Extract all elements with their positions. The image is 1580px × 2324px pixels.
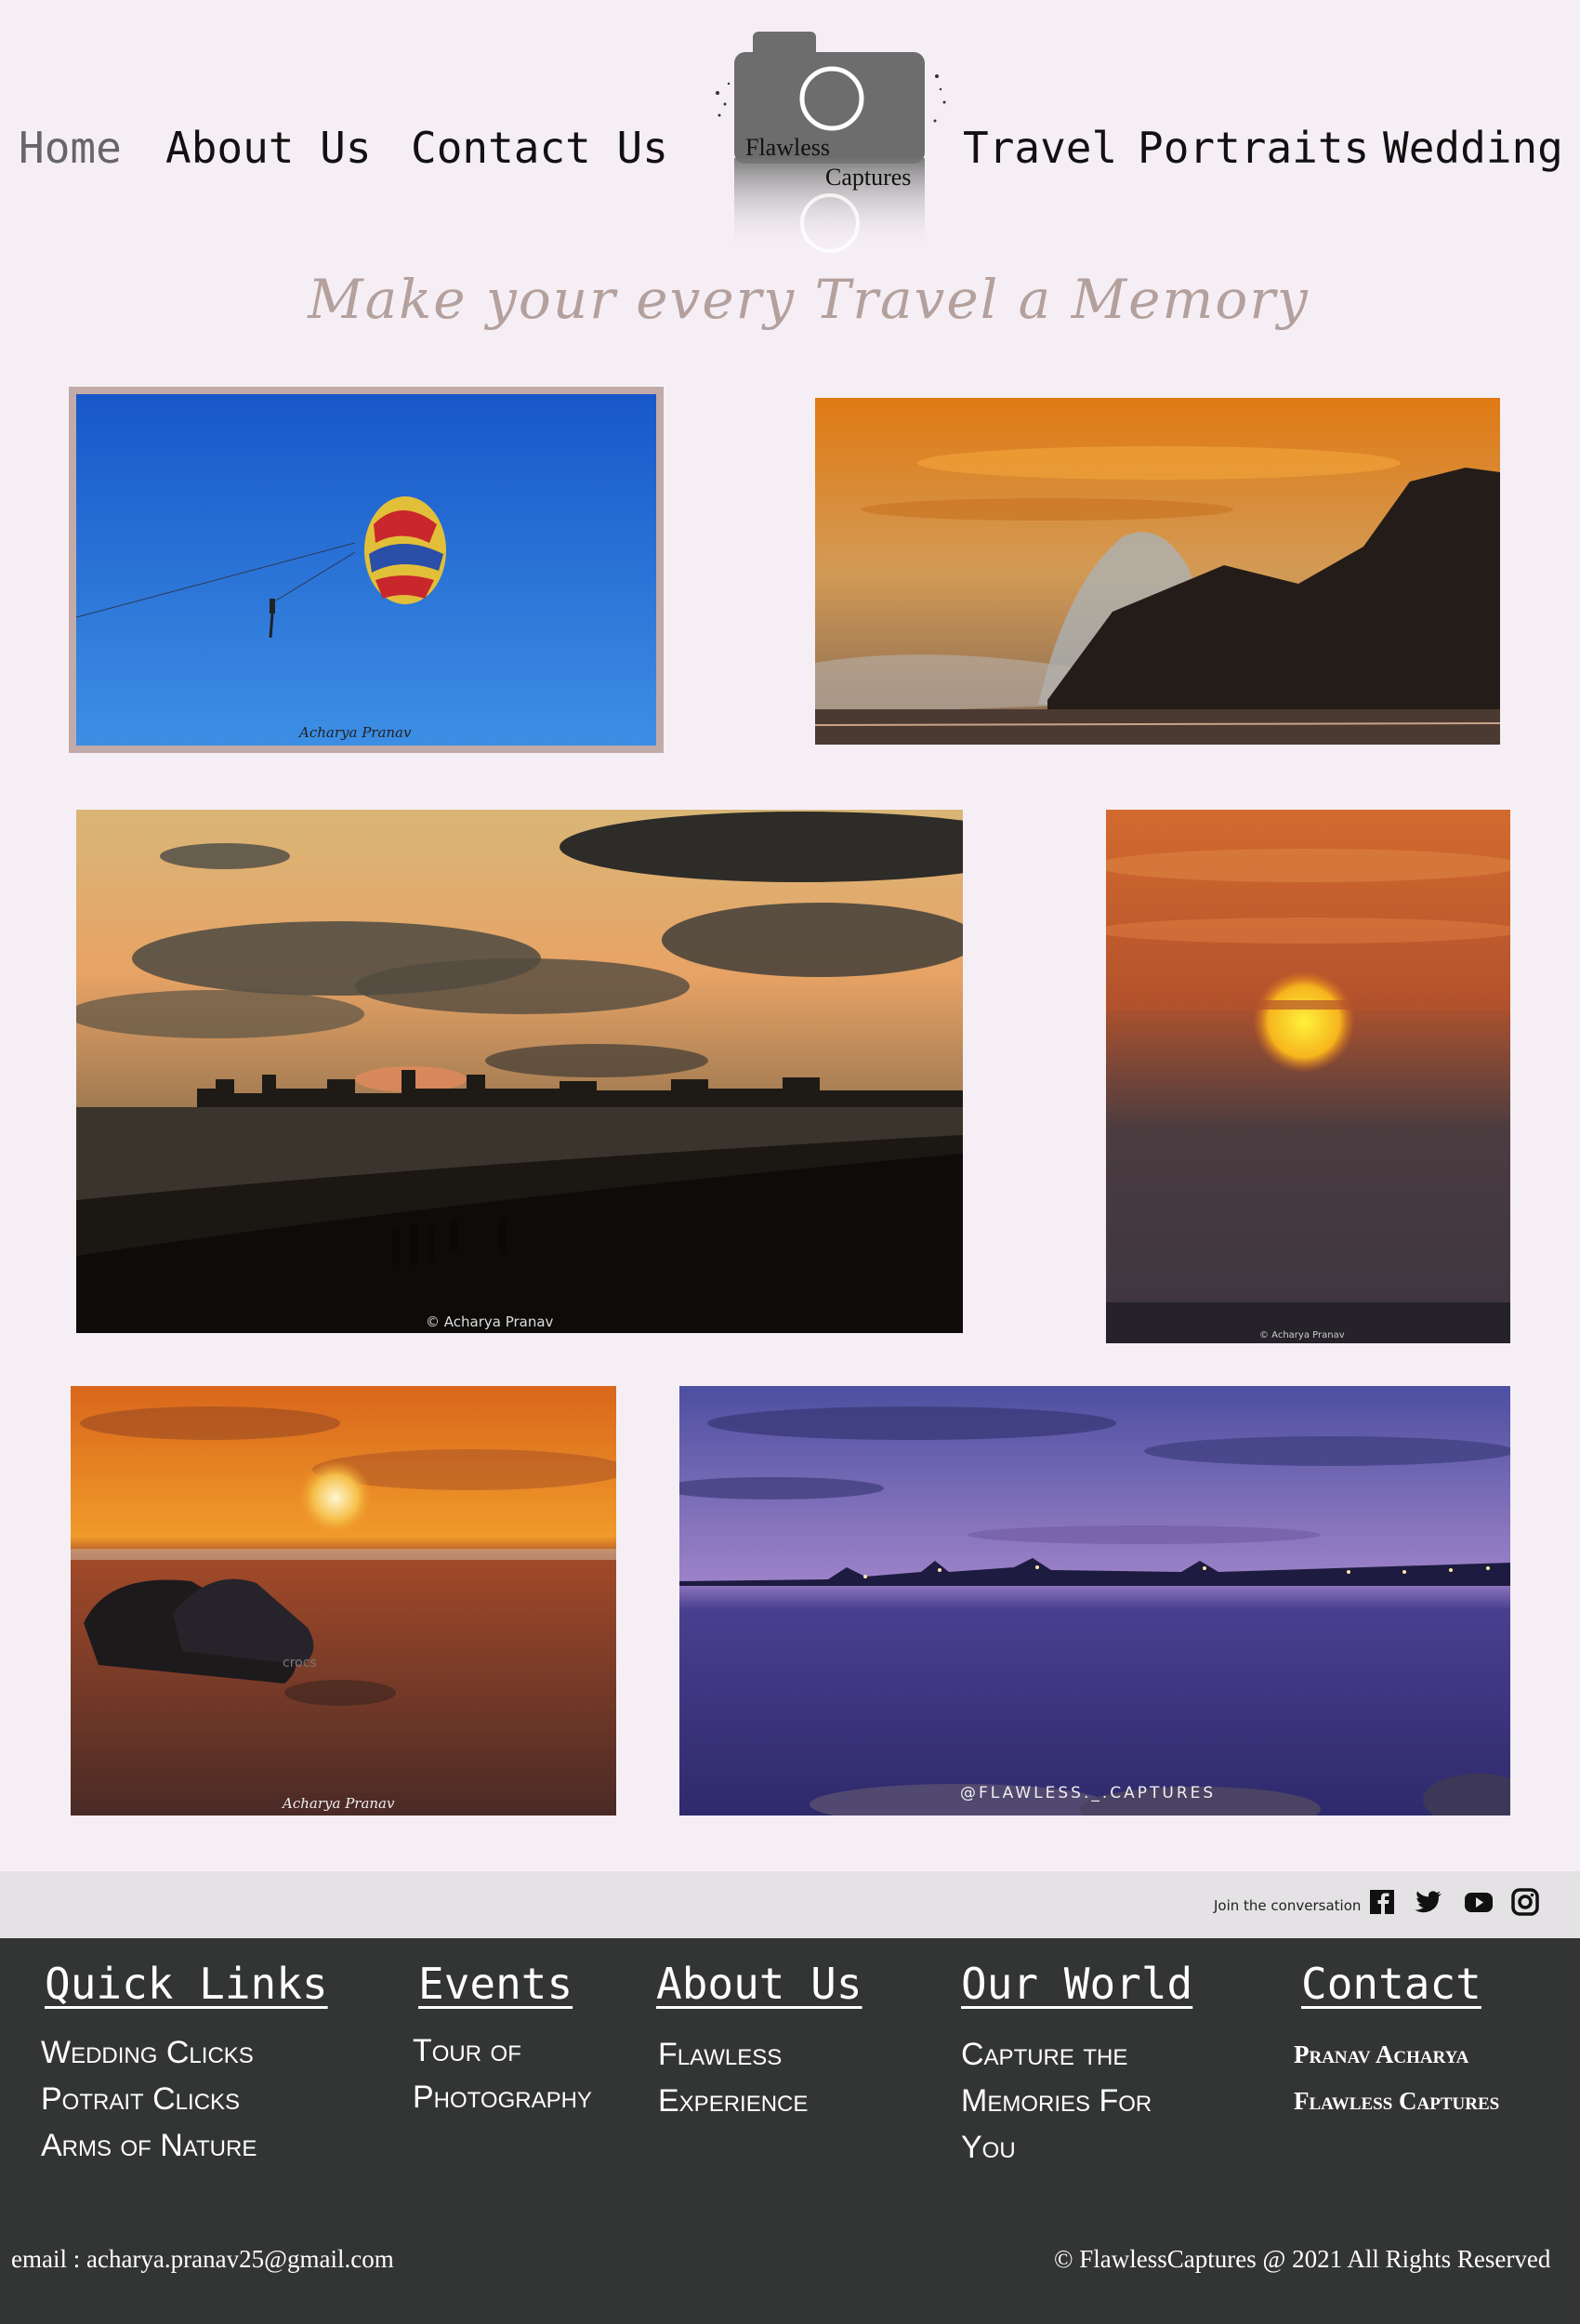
photo-sunset-skyline[interactable]: © Acharya Pranav (76, 810, 963, 1333)
social-bar: Join the conversation (0, 1871, 1580, 1938)
waves-image (815, 398, 1500, 745)
footer-copyright: © FlawlessCaptures @ 2021 All Rights Res… (1054, 2245, 1551, 2273)
nav-travel[interactable]: Travel (963, 123, 1117, 173)
youtube-icon[interactable] (1463, 1886, 1494, 1918)
footer-heading-events: Events (418, 1959, 573, 2009)
footer-heading-about-us: About Us (656, 1959, 862, 2009)
footer-contact-name: Pranav Acharya (1294, 2040, 1469, 2068)
footer-link-you[interactable]: You (961, 2124, 1016, 2171)
footer-link-experience[interactable]: Experience (658, 2078, 808, 2124)
photo-credit: © Acharya Pranav (1259, 1330, 1345, 1340)
footer-link-tour-of[interactable]: Tour of (413, 2027, 521, 2074)
footer-link-flawless[interactable]: Flawless (658, 2031, 782, 2078)
parasail-image (76, 394, 656, 746)
footer-heading-contact: Contact (1301, 1959, 1481, 2009)
photo-credit: Acharya Pranav (299, 724, 412, 741)
instagram-icon[interactable] (1509, 1886, 1541, 1918)
nav-home[interactable]: Home (19, 123, 122, 173)
photo-credit: @FLAWLESS._.CAPTURES (960, 1784, 1217, 1802)
nav-about-us[interactable]: About Us (165, 123, 372, 173)
join-conversation-text: Join the conversation (1214, 1897, 1362, 1914)
photo-credit: Acharya Pranav (283, 1795, 395, 1812)
logo-text-flawless: Flawless (745, 134, 830, 161)
footer-contact-company: Flawless Captures (1294, 2087, 1500, 2115)
page-tagline: Make your every Travel a Memory (308, 268, 1310, 331)
photo-purple-bay[interactable]: @FLAWLESS._.CAPTURES (679, 1386, 1510, 1816)
photo-parasailing[interactable]: Acharya Pranav (69, 387, 664, 753)
site-logo[interactable]: Flawless Captures (706, 19, 957, 260)
nav-wedding[interactable]: Wedding (1383, 123, 1563, 173)
footer-heading-quick-links: Quick Links (45, 1959, 328, 2009)
footer-link-capture-the[interactable]: Capture the (961, 2031, 1127, 2078)
crocs-brand-label: crocs (283, 1656, 317, 1670)
crocs-image (71, 1386, 616, 1816)
sun-image (1106, 810, 1510, 1343)
nav-contact-us[interactable]: Contact Us (411, 123, 668, 173)
camera-logo-icon (716, 32, 946, 253)
footer-link-arms-of-nature[interactable]: Arms of Nature (41, 2122, 257, 2169)
purple-bay-image (679, 1386, 1510, 1816)
logo-text-captures: Captures (825, 164, 912, 191)
nav-portraits[interactable]: Portraits (1138, 123, 1369, 173)
footer-link-wedding-clicks[interactable]: Wedding Clicks (41, 2029, 254, 2076)
footer-link-photography[interactable]: Photography (413, 2074, 592, 2120)
skyline-image (76, 810, 963, 1333)
footer-heading-our-world: Our World (961, 1959, 1193, 2009)
photo-sunset-sun[interactable]: © Acharya Pranav (1106, 810, 1510, 1343)
twitter-icon[interactable] (1413, 1886, 1444, 1918)
photo-credit: © Acharya Pranav (426, 1314, 554, 1330)
footer-link-potrait-clicks[interactable]: Potrait Clicks (41, 2076, 240, 2122)
photo-beach-crocs[interactable]: crocs Acharya Pranav (71, 1386, 616, 1816)
photo-waves-rock[interactable] (815, 398, 1500, 745)
facebook-icon[interactable] (1366, 1886, 1398, 1918)
footer-email[interactable]: email : acharya.pranav25@gmail.com (11, 2245, 394, 2274)
footer-link-memories-for[interactable]: Memories For (961, 2078, 1152, 2124)
